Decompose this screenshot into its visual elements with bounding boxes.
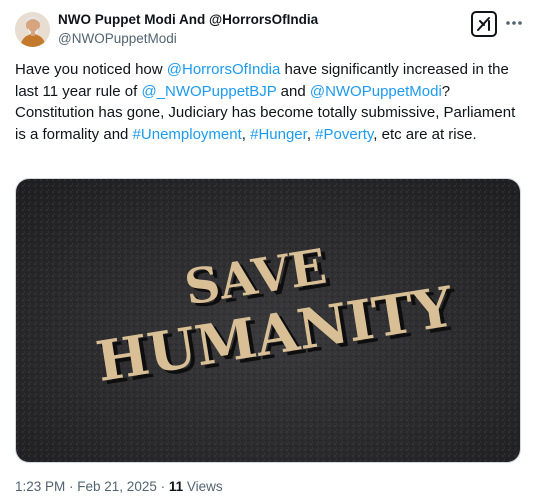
views-count: 11 — [168, 479, 184, 494]
tweet-header: NWO Puppet Modi And @HorrorsOfIndia @NWO… — [15, 10, 525, 50]
tweet-media-image[interactable]: SAVE SAVE HUMANITY HUMANITY — [15, 178, 521, 463]
tweet-meta: 1:23 PM · Feb 21, 2025 · 11 Views — [15, 478, 223, 496]
tweet-date[interactable]: Feb 21, 2025 — [77, 479, 157, 494]
save-humanity-image: SAVE SAVE HUMANITY HUMANITY — [16, 179, 520, 462]
more-icon[interactable] — [504, 13, 524, 33]
profile-avatar[interactable] — [15, 12, 50, 47]
author-handle[interactable]: @NWOPuppetModi — [58, 30, 318, 48]
author-block: NWO Puppet Modi And @HorrorsOfIndia @NWO… — [58, 11, 318, 48]
tweet-text-segment: , — [241, 125, 251, 143]
tweet-text: Have you noticed how @HorrorsOfIndia hav… — [15, 59, 520, 145]
tweet-time[interactable]: 1:23 PM — [15, 479, 65, 494]
author-display-name[interactable]: NWO Puppet Modi And @HorrorsOfIndia — [58, 11, 318, 29]
meta-separator: · — [65, 479, 78, 494]
tweet-text-segment: , — [306, 125, 316, 143]
mention-link[interactable]: @NWOPuppetModi — [310, 83, 442, 100]
tweet-text-segment: and — [276, 82, 310, 100]
grok-icon[interactable] — [471, 11, 497, 37]
tweet-text-segment: Have you noticed how — [15, 61, 167, 78]
views-label: Views — [186, 479, 223, 494]
tweet-text-segment: , etc are at rise. — [373, 125, 477, 143]
hashtag-link[interactable]: #Hunger — [250, 126, 307, 143]
mention-link[interactable]: @_NWOPuppetBJP — [141, 83, 276, 100]
hashtag-link[interactable]: #Poverty — [315, 126, 373, 143]
mention-link[interactable]: @HorrorsOfIndia — [167, 61, 281, 78]
hashtag-link[interactable]: #Unemployment — [133, 126, 242, 143]
meta-separator: · — [156, 479, 169, 494]
